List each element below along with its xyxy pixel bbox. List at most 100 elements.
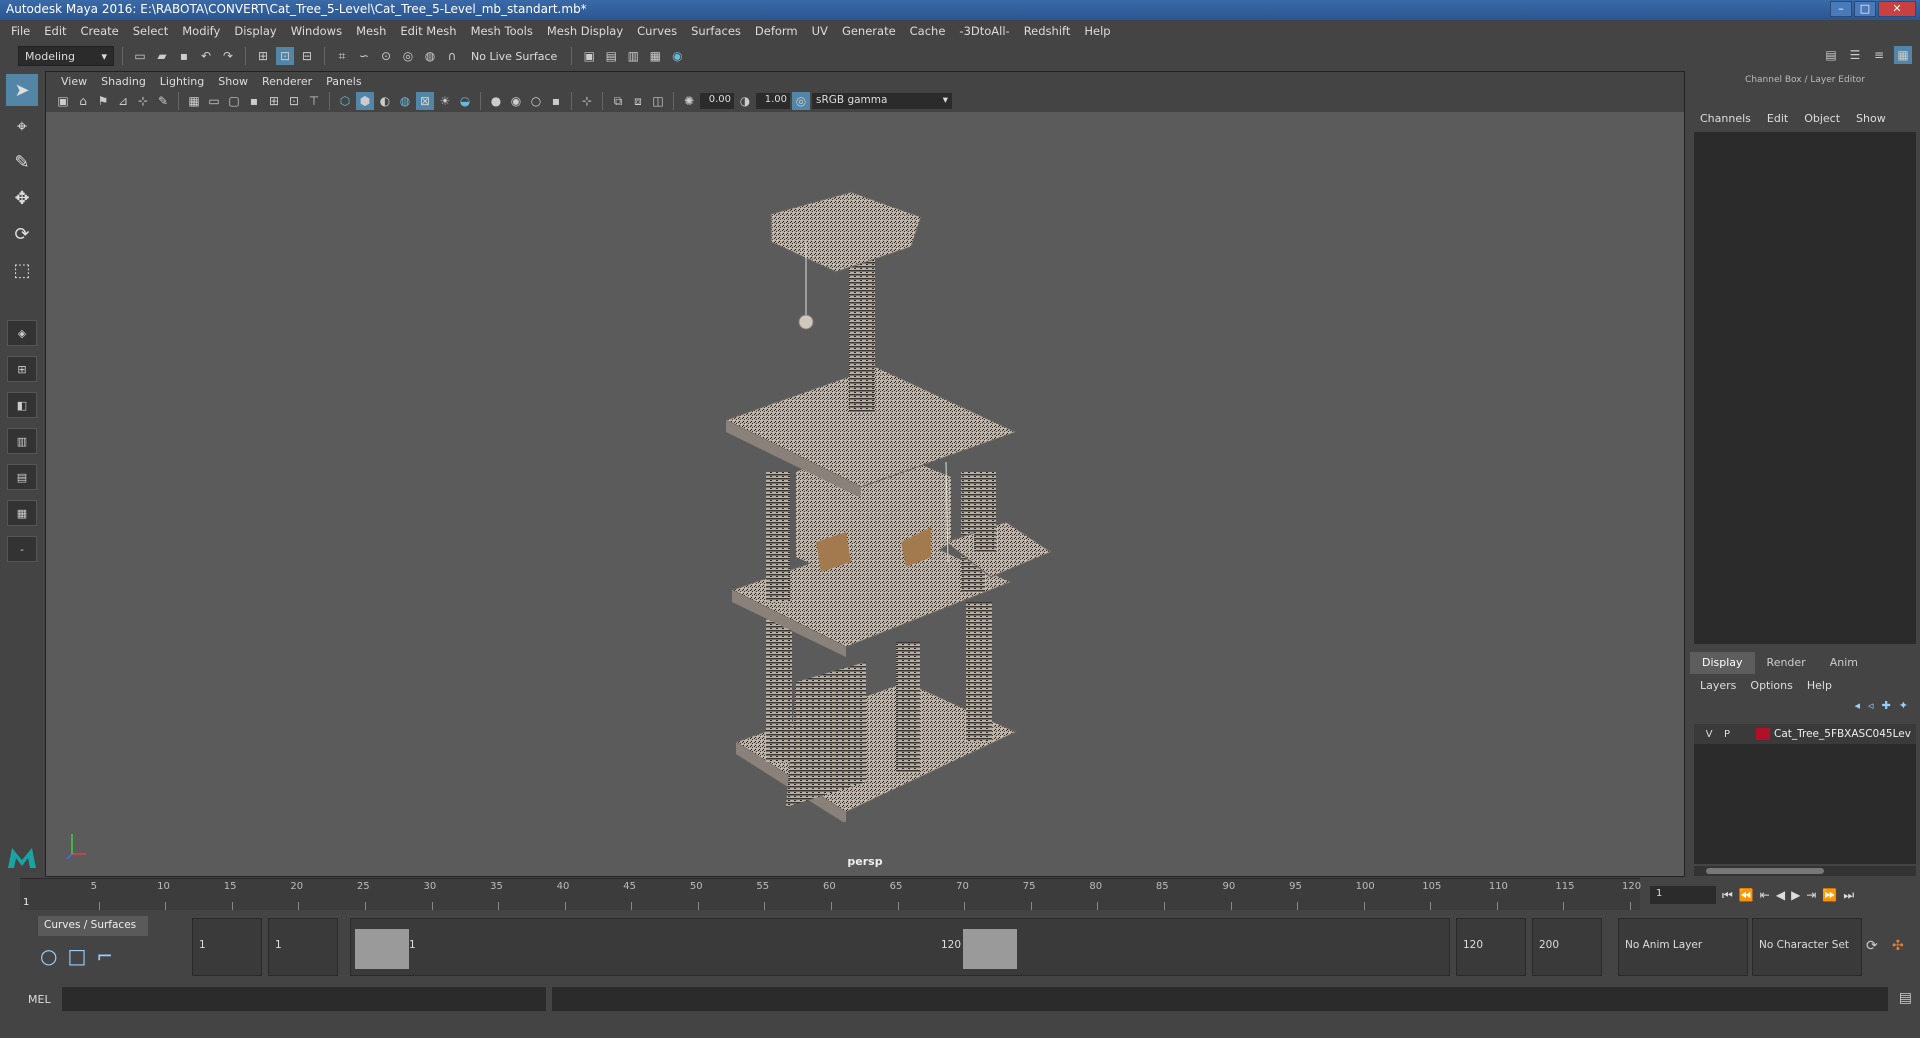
anti-aliasing-icon[interactable]: ○ (527, 92, 545, 110)
menu-edit-mesh[interactable]: Edit Mesh (393, 24, 463, 38)
shelf-tab-curves-surfaces[interactable]: Curves / Surfaces (38, 916, 148, 936)
animation-end-field[interactable]: 200 (1532, 918, 1602, 976)
cb-menu-object[interactable]: Object (1804, 112, 1840, 125)
vp-menu-panels[interactable]: Panels (319, 75, 368, 88)
menu-modify[interactable]: Modify (175, 24, 227, 38)
camera-lock-icon[interactable]: ⌂ (74, 92, 92, 110)
exposure-field[interactable]: 0.00 (700, 93, 734, 109)
film-gate-icon[interactable]: ▭ (205, 92, 223, 110)
resolution-gate-icon[interactable]: ▢ (225, 92, 243, 110)
menu-generate[interactable]: Generate (835, 24, 903, 38)
menu-mesh-display[interactable]: Mesh Display (540, 24, 630, 38)
range-end-handle[interactable] (963, 929, 1017, 969)
layer-menu-options[interactable]: Options (1750, 679, 1792, 692)
step-back-frame-icon[interactable]: ⇤ (1760, 888, 1770, 902)
channel-box-toggle-icon[interactable]: ▦ (1894, 46, 1912, 64)
snap-grid-icon[interactable]: ⌗ (333, 47, 351, 65)
smooth-shade-icon[interactable]: ⬢ (356, 92, 374, 110)
ambient-occlusion-icon[interactable]: ● (487, 92, 505, 110)
close-button[interactable]: ✕ (1878, 1, 1916, 17)
tool-settings-toggle-icon[interactable]: ☰ (1846, 46, 1864, 64)
script-editor-icon[interactable]: ▤ (1899, 990, 1912, 1006)
isolate-select-icon[interactable]: ⊹ (578, 92, 596, 110)
playback-start-field[interactable]: 1 (268, 918, 338, 976)
layer-menu-layers[interactable]: Layers (1700, 679, 1736, 692)
menu-surfaces[interactable]: Surfaces (684, 24, 748, 38)
cb-menu-show[interactable]: Show (1856, 112, 1886, 125)
new-empty-layer-icon[interactable]: ✚ (1882, 699, 1891, 712)
textured-icon[interactable]: ◍ (396, 92, 414, 110)
hypershade-icon[interactable]: ◉ (668, 47, 686, 65)
animation-start-field[interactable]: 1 (192, 918, 262, 976)
wireframe-icon[interactable]: ⬡ (336, 92, 354, 110)
anim-layer-dropdown[interactable]: No Anim Layer (1618, 918, 1748, 976)
step-forward-frame-icon[interactable]: ⇥ (1806, 888, 1816, 902)
scrollbar-thumb[interactable] (1706, 868, 1824, 874)
menu-deform[interactable]: Deform (748, 24, 805, 38)
snap-curve-icon[interactable]: ∽ (355, 47, 373, 65)
bookmark-icon[interactable]: ⚑ (94, 92, 112, 110)
image-plane-icon[interactable]: ⊿ (114, 92, 132, 110)
play-forward-icon[interactable]: ▶ (1791, 888, 1800, 902)
channel-list[interactable] (1694, 132, 1916, 644)
go-to-start-icon[interactable]: ⏮ (1722, 888, 1733, 903)
single-perspective-layout-icon[interactable]: ◈ (7, 320, 37, 346)
script-language-label[interactable]: MEL (28, 993, 51, 1006)
viewport-panel[interactable]: View Shading Lighting Show Renderer Pane… (45, 71, 1685, 877)
four-view-layout-icon[interactable]: ⊞ (7, 356, 37, 382)
gamma-field[interactable]: 1.00 (756, 93, 790, 109)
nurbs-square-icon[interactable]: □ (67, 944, 86, 968)
use-all-lights-icon[interactable]: ☀ (436, 92, 454, 110)
menu-windows[interactable]: Windows (284, 24, 349, 38)
vp-menu-shading[interactable]: Shading (94, 75, 153, 88)
select-hierarchy-icon[interactable]: ⊞ (254, 47, 272, 65)
render-settings-icon[interactable]: ▦ (646, 47, 664, 65)
step-forward-key-icon[interactable]: ⏩ (1822, 888, 1837, 902)
menu-cache[interactable]: Cache (903, 24, 953, 38)
character-set-dropdown[interactable]: No Character Set (1752, 918, 1862, 976)
play-backward-icon[interactable]: ◀ (1776, 888, 1785, 902)
time-slider[interactable]: 1 5 10 15 20 25 30 35 40 45 50 55 60 65 70 75 80 85 90 95 1… (20, 878, 1641, 910)
new-layer-from-selected-icon[interactable]: ✦ (1899, 699, 1908, 712)
persp-hypershade-layout-icon[interactable]: ▦ (7, 500, 37, 526)
wireframe-on-shaded-icon[interactable]: ◐ (376, 92, 394, 110)
camera-icon[interactable]: ▣ (54, 92, 72, 110)
ipr-render-icon[interactable]: ▥ (624, 47, 642, 65)
select-tool-icon[interactable]: ➤ (6, 74, 38, 106)
safe-title-icon[interactable]: ⊤ (305, 92, 323, 110)
color-management-icon[interactable]: ◎ (792, 92, 810, 110)
snap-surface-icon[interactable]: ◍ (421, 47, 439, 65)
range-slider[interactable]: 1 120 (350, 918, 1450, 976)
menu-help[interactable]: Help (1077, 24, 1117, 38)
menu-set-dropdown[interactable]: Modeling ▾ (18, 46, 114, 66)
menu-edit[interactable]: Edit (37, 24, 73, 38)
layer-visibility-toggle[interactable]: V (1702, 729, 1716, 740)
select-object-icon[interactable]: ⊡ (276, 47, 294, 65)
shadows-icon[interactable]: ◒ (456, 92, 474, 110)
xray-joints-icon[interactable]: ⧉ (609, 92, 627, 110)
layer-color-swatch[interactable] (1756, 728, 1770, 740)
snap-point-icon[interactable]: ⊙ (377, 47, 395, 65)
tab-anim[interactable]: Anim (1818, 652, 1870, 674)
safe-action-icon[interactable]: ⊡ (285, 92, 303, 110)
layer-scrollbar[interactable] (1694, 866, 1916, 876)
layer-menu-help[interactable]: Help (1807, 679, 1832, 692)
scale-tool-icon[interactable]: ⬚ (6, 254, 38, 286)
playback-end-field[interactable]: 120 (1456, 918, 1526, 976)
outliner-persp-layout-icon[interactable]: ▤ (7, 464, 37, 490)
menu-3dtoall[interactable]: -3DtoAll- (952, 24, 1016, 38)
cat-tree-model[interactable] (726, 142, 1146, 822)
layer-name[interactable]: Cat_Tree_5FBXASC045Lev (1774, 728, 1911, 740)
paint-select-tool-icon[interactable]: ✎ (6, 146, 38, 178)
vp-menu-show[interactable]: Show (211, 75, 255, 88)
menu-mesh[interactable]: Mesh (349, 24, 393, 38)
view-transform-dropdown[interactable]: sRGB gamma ▾ (812, 93, 952, 109)
attribute-editor-toggle-icon[interactable]: ▤ (1822, 46, 1840, 64)
step-back-key-icon[interactable]: ⏪ (1739, 888, 1754, 902)
cb-menu-edit[interactable]: Edit (1767, 112, 1788, 125)
grease-pencil-icon[interactable]: ✎ (154, 92, 172, 110)
2d-pan-zoom-icon[interactable]: ⊹ (134, 92, 152, 110)
tab-display[interactable]: Display (1690, 652, 1755, 674)
layer-row[interactable]: V P Cat_Tree_5FBXASC045Lev (1694, 724, 1916, 744)
nurbs-circle-icon[interactable]: ○ (40, 944, 57, 968)
